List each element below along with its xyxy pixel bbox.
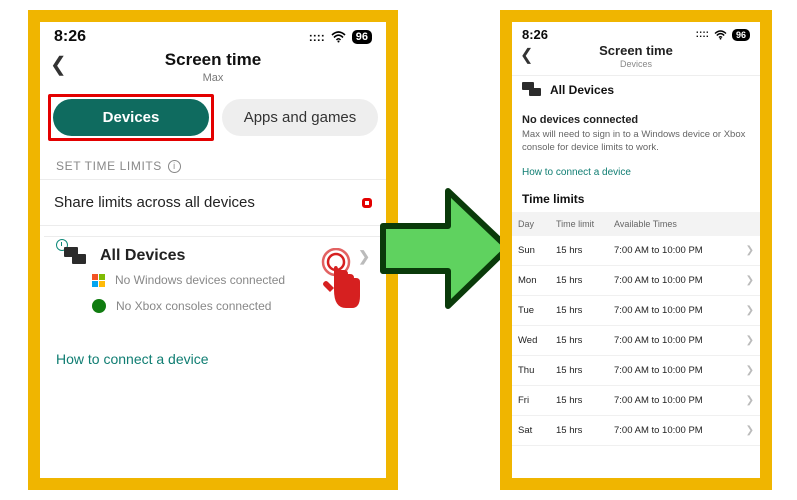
cell-limit: 15 hrs	[556, 335, 614, 346]
limits-table-body: Sun15 hrs7:00 AM to 10:00 PM❯Mon15 hrs7:…	[512, 236, 760, 446]
cell-available: 7:00 AM to 10:00 PM	[614, 275, 740, 286]
link-how-to-connect[interactable]: How to connect a device	[522, 167, 750, 178]
cell-limit: 15 hrs	[556, 425, 614, 436]
devices-icon	[62, 245, 88, 267]
cell-day: Sat	[518, 425, 556, 436]
limits-table-header: Day Time limit Available Times	[512, 212, 760, 236]
chevron-right-icon: ❯	[740, 335, 754, 346]
row-windows-status: No Windows devices connected	[92, 267, 370, 293]
chevron-right-icon: ❯	[740, 365, 754, 376]
no-devices-body: Max will need to sign in to a Windows de…	[522, 129, 750, 155]
page-subtitle: Max	[40, 72, 386, 84]
phone-right-frame: 8:26 :::: 96 ❮ Screen time Devices All D…	[500, 10, 772, 490]
cellular-icon: ::::	[309, 30, 325, 44]
cell-limit: 15 hrs	[556, 245, 614, 256]
page-title: Screen time	[40, 50, 386, 70]
status-bar: 8:26 :::: 96	[40, 22, 386, 48]
cell-available: 7:00 AM to 10:00 PM	[614, 305, 740, 316]
limits-row-sun[interactable]: Sun15 hrs7:00 AM to 10:00 PM❯	[512, 236, 760, 266]
cell-available: 7:00 AM to 10:00 PM	[614, 365, 740, 376]
cell-day: Fri	[518, 395, 556, 406]
devices-icon	[522, 82, 542, 98]
page-header: ❮ Screen time Devices	[512, 43, 760, 69]
tab-devices[interactable]: Devices	[53, 99, 209, 136]
highlight-toggle	[362, 198, 372, 208]
row-all-devices-header: All Devices	[512, 75, 760, 104]
tab-apps-games[interactable]: Apps and games	[222, 99, 378, 136]
section-set-time-limits: SET TIME LIMITS i	[56, 159, 370, 173]
status-time: 8:26	[54, 28, 86, 46]
all-devices-title: All Devices	[100, 247, 185, 265]
row-all-devices[interactable]: All Devices ❯ No Windows devices connect…	[44, 236, 382, 331]
row-share-limits[interactable]: Share limits across all devices	[40, 179, 386, 226]
cell-day: Sun	[518, 245, 556, 256]
xbox-icon	[92, 299, 106, 313]
col-available-times: Available Times	[614, 219, 740, 229]
page-subtitle: Devices	[512, 59, 760, 69]
col-time-limit: Time limit	[556, 219, 614, 229]
limits-row-thu[interactable]: Thu15 hrs7:00 AM to 10:00 PM❯	[512, 356, 760, 386]
no-devices-title: No devices connected	[522, 114, 750, 126]
col-day: Day	[518, 219, 556, 229]
limits-row-tue[interactable]: Tue15 hrs7:00 AM to 10:00 PM❯	[512, 296, 760, 326]
status-bar: 8:26 :::: 96	[512, 22, 760, 43]
phone-left-frame: 8:26 :::: 96 ❮ Screen time Max Devices A…	[28, 10, 398, 490]
chevron-right-icon: ❯	[740, 305, 754, 316]
cell-day: Mon	[518, 275, 556, 286]
page-title: Screen time	[512, 43, 760, 58]
cell-limit: 15 hrs	[556, 395, 614, 406]
cell-available: 7:00 AM to 10:00 PM	[614, 245, 740, 256]
limits-row-wed[interactable]: Wed15 hrs7:00 AM to 10:00 PM❯	[512, 326, 760, 356]
cell-limit: 15 hrs	[556, 275, 614, 286]
limits-row-fri[interactable]: Fri15 hrs7:00 AM to 10:00 PM❯	[512, 386, 760, 416]
limits-row-mon[interactable]: Mon15 hrs7:00 AM to 10:00 PM❯	[512, 266, 760, 296]
chevron-right-icon: ❯	[740, 395, 754, 406]
back-button[interactable]: ❮	[520, 45, 533, 65]
back-button[interactable]: ❮	[50, 52, 67, 77]
wifi-icon	[714, 30, 727, 40]
cell-available: 7:00 AM to 10:00 PM	[614, 335, 740, 346]
limits-row-sat[interactable]: Sat15 hrs7:00 AM to 10:00 PM❯	[512, 416, 760, 446]
share-limits-label: Share limits across all devices	[54, 194, 255, 211]
cell-limit: 15 hrs	[556, 305, 614, 316]
tabs-row: Devices Apps and games	[48, 94, 378, 141]
cellular-icon: ::::	[696, 29, 709, 40]
link-how-to-connect[interactable]: How to connect a device	[56, 351, 209, 367]
chevron-right-icon: ❯	[740, 245, 754, 256]
row-xbox-status: No Xbox consoles connected	[92, 293, 370, 319]
chevron-right-icon: ❯	[740, 275, 754, 286]
chevron-right-icon: ❯	[358, 248, 370, 265]
cell-limit: 15 hrs	[556, 365, 614, 376]
cell-day: Tue	[518, 305, 556, 316]
cell-available: 7:00 AM to 10:00 PM	[614, 395, 740, 406]
time-limits-heading: Time limits	[522, 192, 750, 206]
transition-arrow-icon	[378, 176, 513, 321]
wifi-icon	[331, 31, 346, 43]
battery-badge: 96	[732, 29, 750, 41]
cell-available: 7:00 AM to 10:00 PM	[614, 425, 740, 436]
status-time: 8:26	[522, 27, 548, 42]
info-icon[interactable]: i	[168, 160, 181, 173]
chevron-right-icon: ❯	[740, 425, 754, 436]
windows-icon	[92, 274, 105, 287]
cell-day: Thu	[518, 365, 556, 376]
battery-badge: 96	[352, 30, 372, 44]
page-header: ❮ Screen time Max	[40, 48, 386, 84]
cell-day: Wed	[518, 335, 556, 346]
